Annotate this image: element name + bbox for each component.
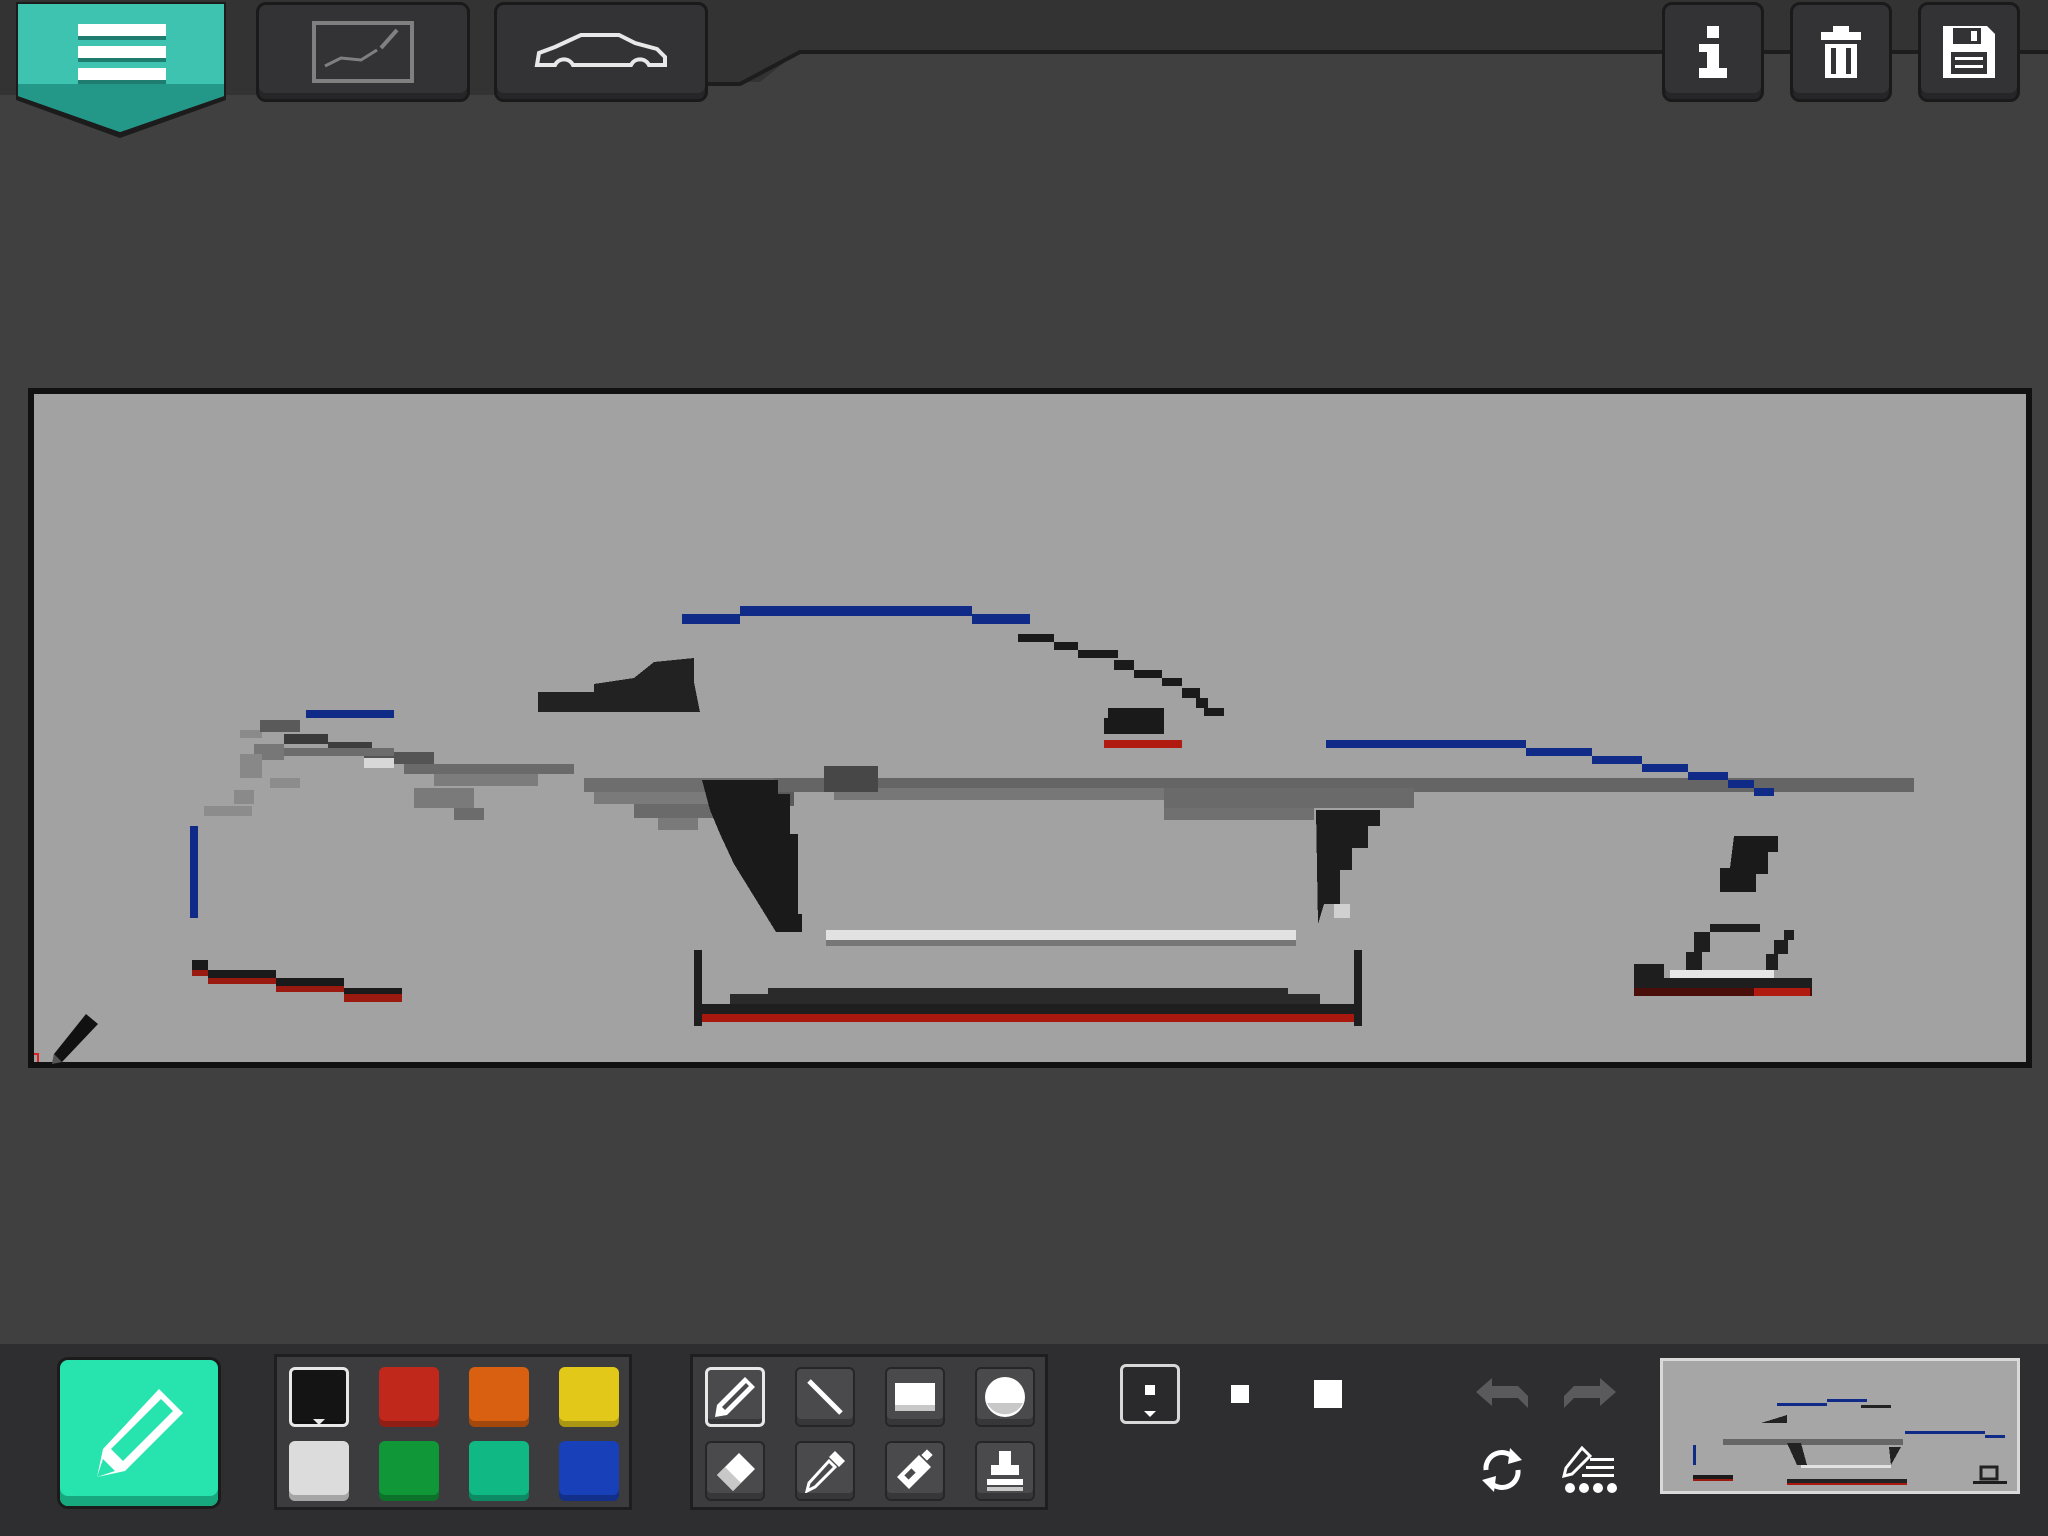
eyedropper-icon [804,1451,845,1493]
redo-icon [1564,1378,1616,1408]
brush-dot-medium-icon [1231,1385,1249,1403]
car-preview-thumbnail [1663,1361,2017,1491]
hamburger-menu-icon [16,2,226,138]
sketch-frame-icon [312,21,414,83]
main-menu-button[interactable] [14,0,228,140]
rectangle-tool[interactable] [885,1367,945,1427]
eraser-tool[interactable] [705,1441,765,1501]
rotate-icon [1482,1448,1522,1492]
brush-size-large[interactable] [1298,1364,1358,1424]
eyedropper-tool[interactable] [795,1441,855,1501]
redo-button[interactable] [1560,1364,1620,1424]
drawing-mode-button[interactable] [256,2,470,102]
undo-icon [1476,1378,1528,1408]
draw-mode-button[interactable] [60,1360,218,1506]
info-button[interactable] [1662,2,1764,102]
car-template-button[interactable] [494,2,708,102]
brush-options-icon [1562,1445,1617,1493]
color-swatch-orange[interactable] [469,1367,529,1427]
top-toolbar [0,0,2048,138]
color-swatch-red[interactable] [379,1367,439,1427]
drawing-canvas[interactable] [34,394,2026,1062]
spray-tool[interactable] [885,1441,945,1501]
floppy-disk-icon [1943,26,1995,78]
line-tool[interactable] [795,1367,855,1427]
info-icon [1699,26,1727,78]
spray-can-icon [897,1449,933,1489]
car-outline-icon [534,33,667,67]
pencil-tool[interactable] [705,1367,765,1427]
brush-size-small[interactable] [1120,1364,1180,1424]
brush-dot-large-icon [1314,1380,1342,1408]
brush-dot-small-icon [1144,1385,1156,1417]
eraser-icon [717,1453,755,1491]
save-button[interactable] [1918,2,2020,102]
pencil-icon [715,1377,755,1417]
color-swatch-teal[interactable] [469,1441,529,1501]
circle-icon [985,1377,1025,1417]
selected-marker-icon [313,1419,325,1425]
undo-button[interactable] [1472,1364,1532,1424]
pencil-cursor-icon [48,1010,100,1070]
brush-options-button[interactable] [1560,1440,1620,1500]
color-swatch-white[interactable] [289,1441,349,1501]
brush-size-medium[interactable] [1210,1364,1270,1424]
circle-tool[interactable] [975,1367,1035,1427]
car-sketch-artwork [34,606,1914,1062]
tool-palette [690,1354,1048,1510]
rotate-button[interactable] [1472,1440,1532,1500]
color-swatch-green[interactable] [379,1441,439,1501]
color-swatch-yellow[interactable] [559,1367,619,1427]
preview-thumbnail[interactable] [1660,1358,2020,1494]
pencil-icon [97,1389,183,1477]
line-icon [807,1379,843,1415]
color-swatch-black[interactable] [289,1367,349,1427]
trash-icon [1821,26,1861,78]
stamp-icon [987,1451,1023,1491]
stamp-tool[interactable] [975,1441,1035,1501]
delete-button[interactable] [1790,2,1892,102]
rectangle-icon [895,1383,935,1411]
color-swatch-blue[interactable] [559,1441,619,1501]
color-palette [274,1354,632,1510]
